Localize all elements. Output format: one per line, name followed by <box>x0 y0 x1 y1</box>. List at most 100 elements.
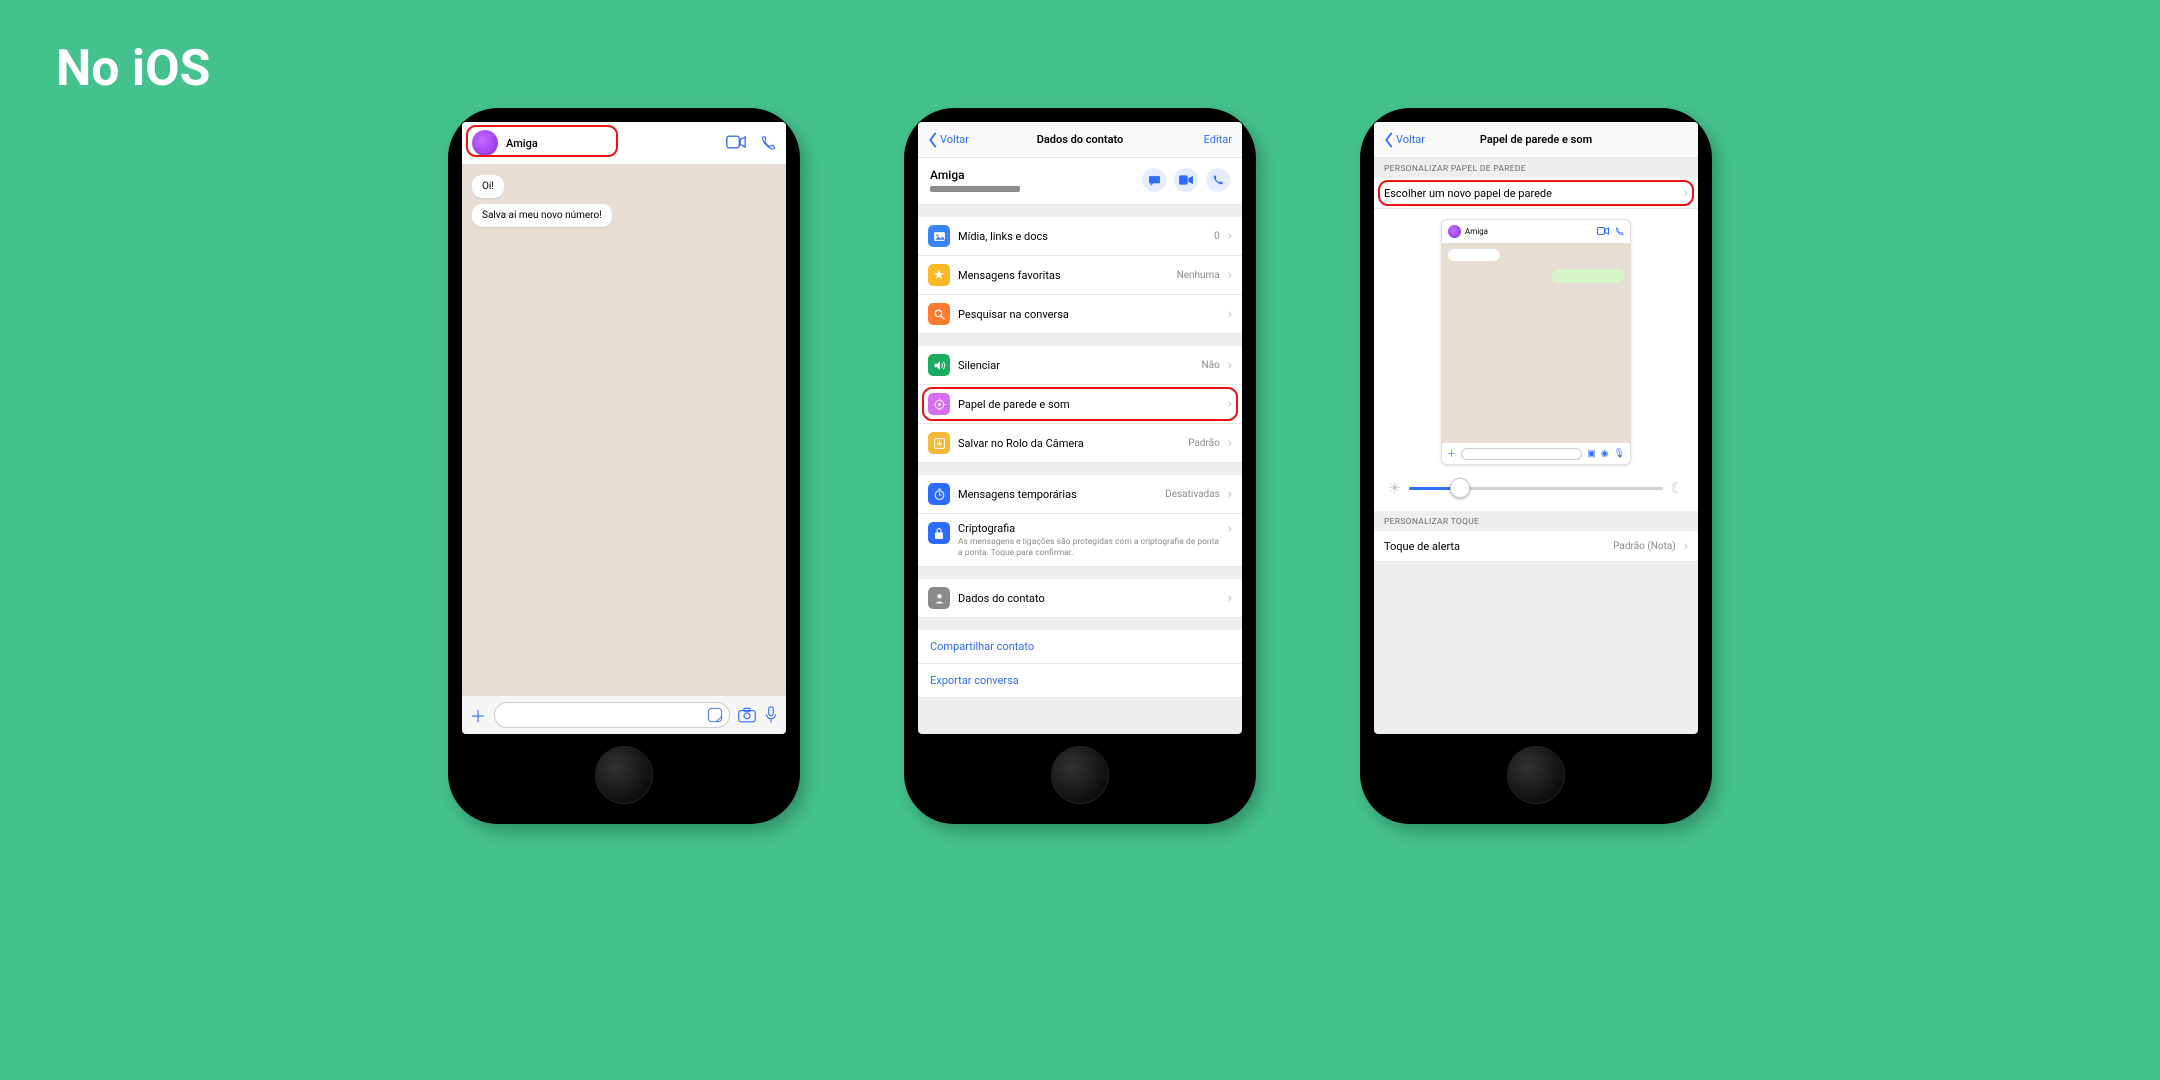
message-bubble: Oi! <box>472 175 504 198</box>
brightness-slider[interactable]: ☀ ☾ <box>1374 469 1698 507</box>
chat-input-bar: ＋ <box>462 695 786 734</box>
phone-wallpaper: Voltar Papel de parede e som Personaliza… <box>1360 108 1712 824</box>
row-search[interactable]: Pesquisar na conversa › <box>918 295 1242 334</box>
speaker-icon <box>928 354 950 376</box>
contact-name: Amiga <box>930 168 1020 182</box>
chevron-right-icon: › <box>1228 522 1232 536</box>
back-button[interactable]: Voltar <box>1384 132 1425 148</box>
nav-title: Papel de parede e som <box>1480 133 1592 146</box>
chevron-right-icon: › <box>1684 539 1688 553</box>
row-label: Salvar no Rolo da Câmera <box>958 437 1180 450</box>
row-mute[interactable]: Silenciar Não › <box>918 346 1242 385</box>
mic-icon[interactable] <box>764 706 778 724</box>
chevron-left-icon <box>928 132 938 148</box>
chevron-right-icon: › <box>1228 436 1232 450</box>
row-label: Pesquisar na conversa <box>958 308 1220 321</box>
row-label: Criptografia <box>958 522 1220 535</box>
chevron-left-icon <box>1384 132 1394 148</box>
nav-title: Dados do contato <box>1037 133 1124 146</box>
save-icon <box>928 432 950 454</box>
preview-input <box>1461 448 1582 460</box>
voice-call-icon[interactable] <box>1206 168 1230 192</box>
chevron-right-icon: › <box>1228 591 1232 605</box>
contact-phone-redacted <box>930 186 1020 192</box>
voice-call-icon[interactable] <box>760 135 776 151</box>
row-value: Desativadas <box>1165 489 1220 500</box>
row-label: Dados do contato <box>958 592 1220 605</box>
row-starred[interactable]: ★ Mensagens favoritas Nenhuma › <box>918 256 1242 295</box>
plus-icon: ＋ <box>1447 447 1456 460</box>
media-icon <box>928 225 950 247</box>
edit-button[interactable]: Editar <box>1204 133 1232 146</box>
chevron-right-icon: › <box>1228 229 1232 243</box>
row-value: Nenhuma <box>1177 270 1220 281</box>
chevron-right-icon: › <box>1684 186 1688 200</box>
row-save-camera[interactable]: Salvar no Rolo da Câmera Padrão › <box>918 424 1242 463</box>
row-label: Mensagens temporárias <box>958 488 1157 501</box>
row-disappearing[interactable]: Mensagens temporárias Desativadas › <box>918 475 1242 514</box>
video-call-icon <box>1597 227 1609 236</box>
wallpaper-icon <box>928 393 950 415</box>
row-label: Papel de parede e som <box>958 398 1220 411</box>
moon-icon: ☾ <box>1671 479 1684 497</box>
video-call-icon[interactable] <box>726 135 746 151</box>
phone-chat: Amiga Oi! Salva aí meu novo número! ＋ <box>448 108 800 824</box>
slider-thumb[interactable] <box>1450 478 1470 498</box>
avatar <box>1448 225 1461 238</box>
video-call-icon[interactable] <box>1174 168 1198 192</box>
preview-bubble-out <box>1552 269 1624 283</box>
chevron-right-icon: › <box>1228 358 1232 372</box>
camera-icon: ◉ <box>1601 449 1609 459</box>
row-value: Padrão (Nota) <box>1613 541 1676 552</box>
row-media[interactable]: Mídia, links e docs 0 › <box>918 217 1242 256</box>
page-title: No iOS <box>56 40 210 98</box>
preview-contact-name: Amiga <box>1465 227 1488 236</box>
contact-icon <box>928 587 950 609</box>
row-encryption[interactable]: Criptografia As mensagens e ligações são… <box>918 514 1242 567</box>
search-icon <box>928 303 950 325</box>
voice-call-icon <box>1615 227 1624 236</box>
row-sublabel: As mensagens e ligações são protegidas c… <box>958 537 1220 558</box>
chat-contact-name[interactable]: Amiga <box>506 137 538 150</box>
row-label: Silenciar <box>958 359 1194 372</box>
export-chat-link[interactable]: Exportar conversa <box>918 664 1242 698</box>
chevron-right-icon: › <box>1228 268 1232 282</box>
chat-body: Oi! Salva aí meu novo número! <box>462 165 786 695</box>
row-value: Não <box>1202 360 1220 371</box>
plus-icon[interactable]: ＋ <box>470 703 486 727</box>
message-bubble: Salva aí meu novo número! <box>472 204 612 227</box>
row-value: 0 <box>1214 231 1220 242</box>
row-label: Mídia, links e docs <box>958 230 1206 243</box>
star-icon: ★ <box>928 264 950 286</box>
phone-contact-info: Voltar Dados do contato Editar Amiga Míd… <box>904 108 1256 824</box>
message-input[interactable] <box>494 702 730 728</box>
sticker-icon: ▣ <box>1587 449 1596 459</box>
sticker-icon[interactable] <box>707 707 723 723</box>
row-alert-tone[interactable]: Toque de alerta Padrão (Nota) › <box>1374 531 1698 562</box>
section-wallpaper-label: Personalizar papel de parede <box>1374 158 1698 178</box>
row-label: Escolher um novo papel de parede <box>1384 187 1676 200</box>
lock-icon <box>928 522 950 544</box>
row-choose-wallpaper[interactable]: Escolher um novo papel de parede › <box>1374 178 1698 209</box>
row-value: Padrão <box>1188 438 1220 449</box>
slider-track[interactable] <box>1409 487 1662 490</box>
message-icon[interactable] <box>1142 168 1166 192</box>
section-ringtone-label: Personalizar toque <box>1374 511 1698 531</box>
row-contact-details[interactable]: Dados do contato › <box>918 579 1242 618</box>
timer-icon <box>928 483 950 505</box>
sun-icon: ☀ <box>1388 479 1401 497</box>
camera-icon[interactable] <box>738 707 756 723</box>
contact-header: Amiga <box>918 158 1242 205</box>
mic-icon: 🎙 <box>1614 449 1625 459</box>
chevron-right-icon: › <box>1228 487 1232 501</box>
row-label: Mensagens favoritas <box>958 269 1169 282</box>
preview-bubble-in <box>1448 249 1500 261</box>
back-button[interactable]: Voltar <box>928 132 969 148</box>
nav-bar: Voltar Papel de parede e som <box>1374 122 1698 158</box>
avatar[interactable] <box>472 130 498 156</box>
row-wallpaper[interactable]: Papel de parede e som › <box>918 385 1242 424</box>
chat-header[interactable]: Amiga <box>462 122 786 165</box>
chevron-right-icon: › <box>1228 307 1232 321</box>
share-contact-link[interactable]: Compartilhar contato <box>918 630 1242 664</box>
nav-bar: Voltar Dados do contato Editar <box>918 122 1242 158</box>
